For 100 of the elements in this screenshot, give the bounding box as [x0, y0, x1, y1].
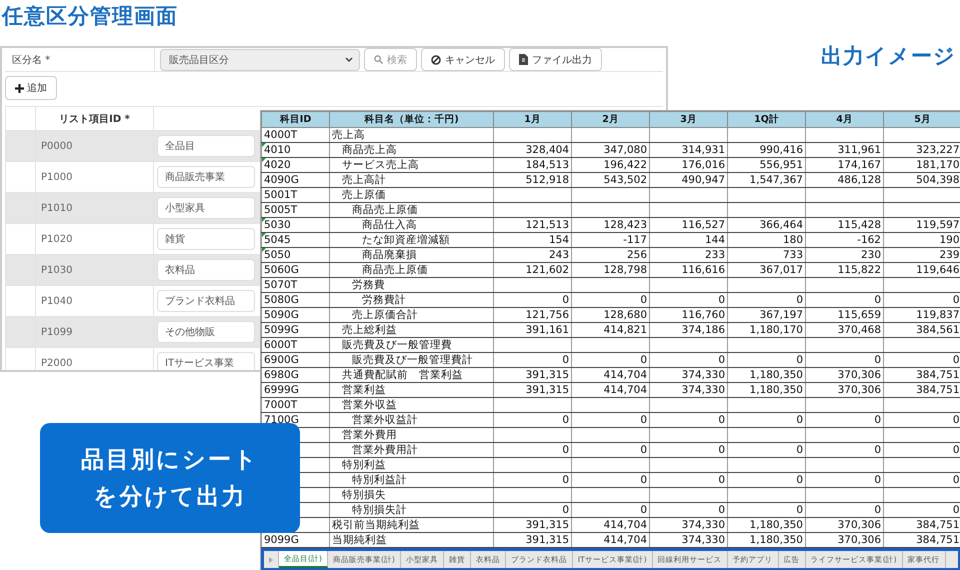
- value-cell: 0: [728, 292, 806, 308]
- value-cell: 374,330: [650, 518, 728, 532]
- column-header: 4月: [806, 112, 884, 128]
- value-cell: 0: [884, 352, 960, 368]
- value-cell: 0: [650, 292, 728, 308]
- name-field[interactable]: 雑貨: [157, 228, 255, 250]
- value-cell: 230: [806, 248, 884, 262]
- value-cell: 0: [494, 292, 572, 308]
- plus-icon: [15, 84, 24, 92]
- account-name-cell: 売上原価: [330, 188, 494, 202]
- value-cell: 0: [650, 412, 728, 428]
- name-field[interactable]: 衣料品: [157, 259, 255, 281]
- value-cell: 1,547,367: [728, 172, 806, 188]
- value-cell: 115,822: [806, 262, 884, 278]
- value-cell: 1,180,350: [728, 382, 806, 398]
- value-cell: 384,751: [884, 382, 960, 398]
- account-name-cell: 商品売上原価: [330, 262, 494, 278]
- account-name-cell: 販売費及び一般管理費: [330, 338, 494, 352]
- value-cell: 176,016: [650, 158, 728, 172]
- value-cell: 1,180,170: [728, 322, 806, 338]
- value-cell: 0: [494, 502, 572, 518]
- account-name-cell: 売上原価合計: [330, 308, 494, 322]
- value-cell: 0: [884, 472, 960, 488]
- account-name-cell: 特別損失計: [330, 502, 494, 518]
- item-id: P1010: [40, 202, 72, 214]
- account-name-cell: 税引前当期純利益: [330, 518, 494, 532]
- value-cell: 180: [728, 232, 806, 248]
- value-cell: 0: [572, 292, 650, 308]
- value-cell: 239: [884, 248, 960, 262]
- value-cell: 0: [728, 412, 806, 428]
- value-cell: -117: [572, 232, 650, 248]
- value-cell: 512,918: [494, 172, 572, 188]
- value-cell: 256: [572, 248, 650, 262]
- value-cell: 414,704: [572, 382, 650, 398]
- account-name-cell: 商品仕入高: [330, 218, 494, 232]
- add-button[interactable]: 追加: [5, 76, 57, 100]
- column-header: 1Q計: [728, 112, 806, 128]
- name-field[interactable]: その他物販: [157, 321, 255, 343]
- name-field[interactable]: 商品販売事業: [157, 166, 255, 188]
- value-cell: 414,704: [572, 518, 650, 532]
- value-cell: 190: [884, 232, 960, 248]
- value-cell: 119,646: [884, 262, 960, 278]
- value-cell: 154: [494, 232, 572, 248]
- name-field[interactable]: ブランド衣料品: [157, 290, 255, 312]
- value-cell: -162: [806, 232, 884, 248]
- field-label: 区分名 *: [5, 48, 155, 71]
- value-cell: 391,315: [494, 368, 572, 382]
- value-cell: 174,167: [806, 158, 884, 172]
- value-cell: 990,416: [728, 142, 806, 158]
- account-id-cell: 5001T: [262, 188, 330, 202]
- value-cell: 0: [728, 472, 806, 488]
- value-cell: 0: [884, 442, 960, 458]
- scroll-arrow-icon[interactable]: [269, 556, 273, 562]
- account-id-cell: 6999G: [262, 382, 330, 398]
- value-cell: 119,837: [884, 308, 960, 322]
- account-name-cell: 商品廃棄損: [330, 248, 494, 262]
- value-cell: 116,527: [650, 218, 728, 232]
- value-cell: 0: [572, 502, 650, 518]
- category-select[interactable]: 販売品目区分: [160, 48, 360, 70]
- value-cell: 370,306: [806, 518, 884, 532]
- account-id-cell: 5060G: [262, 262, 330, 278]
- value-cell: 119,597: [884, 218, 960, 232]
- prohibited-icon: [431, 54, 441, 64]
- value-cell: 367,197: [728, 308, 806, 322]
- value-cell: 414,821: [572, 322, 650, 338]
- account-name-cell: 共通費配賦前 営業利益: [330, 368, 494, 382]
- page-title: 任意区分管理画面: [2, 3, 178, 30]
- name-field[interactable]: 小型家具: [157, 197, 255, 219]
- value-cell: 128,680: [572, 308, 650, 322]
- account-name-cell: 商品売上高: [330, 142, 494, 158]
- value-cell: 144: [650, 232, 728, 248]
- value-cell: 0: [884, 502, 960, 518]
- value-cell: 370,468: [806, 322, 884, 338]
- account-name-cell: 売上総利益: [330, 322, 494, 338]
- account-name-cell: 販売費及び一般管理費計: [330, 352, 494, 368]
- value-cell: 391,315: [494, 382, 572, 398]
- value-cell: 486,128: [806, 172, 884, 188]
- column-header: 1月: [494, 112, 572, 128]
- export-button[interactable]: ファイル出力: [509, 48, 602, 71]
- value-cell: 733: [728, 248, 806, 262]
- value-cell: 490,947: [650, 172, 728, 188]
- value-cell: 1,180,350: [728, 518, 806, 532]
- account-id-cell: 6900G: [262, 352, 330, 368]
- name-field[interactable]: ITサービス事業: [157, 352, 255, 370]
- item-id: P0000: [40, 140, 72, 152]
- cancel-button[interactable]: キャンセル: [421, 48, 505, 71]
- column-header: リスト項目ID *: [35, 106, 153, 130]
- name-field[interactable]: 全品目: [157, 135, 255, 157]
- value-cell: 414,704: [572, 368, 650, 382]
- value-cell: 314,931: [650, 142, 728, 158]
- value-cell: 0: [494, 352, 572, 368]
- account-id-cell: 4010: [262, 142, 330, 158]
- value-cell: 115,659: [806, 308, 884, 322]
- value-cell: 347,080: [572, 142, 650, 158]
- column-header: 5月: [884, 112, 960, 128]
- account-id-cell: 6980G: [262, 368, 330, 382]
- value-cell: 0: [806, 412, 884, 428]
- account-id-cell: 5045: [262, 232, 330, 248]
- value-cell: 0: [728, 352, 806, 368]
- value-cell: 0: [572, 412, 650, 428]
